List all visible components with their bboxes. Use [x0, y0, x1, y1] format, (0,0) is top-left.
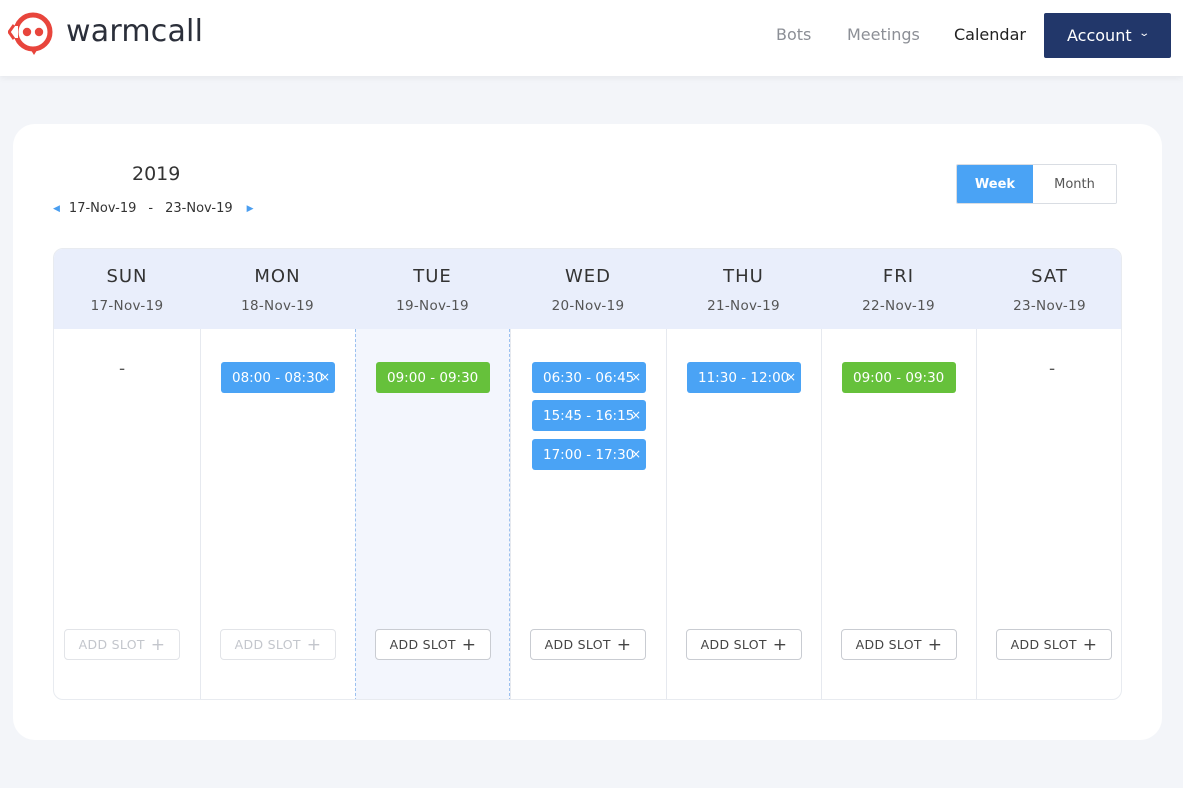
day-column-thu: THU 21-Nov-19 11:30 - 12:00 × ADD SLOT +	[666, 249, 821, 699]
plus-icon: +	[616, 634, 632, 655]
remove-slot-icon[interactable]: ×	[786, 370, 796, 384]
time-slot-label: 09:00 - 09:30	[853, 369, 945, 386]
day-name: THU	[723, 266, 764, 287]
plus-icon: +	[150, 634, 166, 655]
add-slot-button[interactable]: ADD SLOT +	[64, 629, 180, 660]
calendar-card: 2019 ◀ 17-Nov-19 - 23-Nov-19 ▶ Week Mont…	[13, 124, 1162, 740]
time-slot-label: 08:00 - 08:30	[232, 369, 324, 386]
time-slot[interactable]: 17:00 - 17:30 ×	[532, 439, 646, 470]
week-view-button[interactable]: Week	[957, 165, 1033, 203]
day-name: TUE	[413, 266, 452, 287]
warmcall-logo-icon[interactable]	[8, 11, 60, 57]
no-slots-marker: -	[119, 359, 126, 379]
plus-icon: +	[306, 634, 322, 655]
time-slot-label: 06:30 - 06:45	[543, 369, 635, 386]
account-dropdown-button[interactable]: Account ⌄	[1044, 13, 1171, 58]
time-slot-label: 17:00 - 17:30	[543, 446, 635, 463]
day-name: SUN	[106, 266, 148, 287]
time-slot-label: 15:45 - 16:15	[543, 407, 635, 424]
remove-slot-icon[interactable]: ×	[631, 447, 641, 461]
day-column-mon: MON 18-Nov-19 08:00 - 08:30 × ADD SLOT +	[200, 249, 355, 699]
add-slot-button[interactable]: ADD SLOT +	[220, 629, 336, 660]
brand-name[interactable]: warmcall	[66, 14, 203, 49]
remove-slot-icon[interactable]: ×	[320, 370, 330, 384]
day-body[interactable]: - ADD SLOT +	[976, 329, 1121, 699]
day-name: MON	[254, 266, 301, 287]
range-end: 23-Nov-19	[165, 201, 233, 216]
view-toggle: Week Month	[956, 164, 1117, 204]
week-grid: SUN 17-Nov-19 - ADD SLOT + MON 18-Nov-19 08:00 …	[53, 248, 1122, 700]
day-name: FRI	[882, 266, 915, 287]
day-body[interactable]: - ADD SLOT +	[54, 329, 200, 699]
next-week-arrow-icon[interactable]: ▶	[247, 204, 254, 214]
top-navbar: warmcall Bots Meetings Calendar Account …	[0, 0, 1183, 76]
add-slot-label: ADD SLOT	[389, 637, 456, 652]
add-slot-button[interactable]: ADD SLOT +	[996, 629, 1112, 660]
day-date: 21-Nov-19	[707, 298, 780, 314]
day-column-sat: SAT 23-Nov-19 - ADD SLOT +	[976, 249, 1121, 699]
nav-calendar[interactable]: Calendar	[954, 25, 1026, 44]
add-slot-button[interactable]: ADD SLOT +	[375, 629, 491, 660]
add-slot-label: ADD SLOT	[544, 637, 611, 652]
day-date: 22-Nov-19	[862, 298, 935, 314]
day-name: WED	[564, 266, 612, 287]
calendar-year: 2019	[132, 163, 181, 185]
time-slot[interactable]: 15:45 - 16:15 ×	[532, 400, 646, 431]
add-slot-button[interactable]: ADD SLOT +	[530, 629, 646, 660]
time-slot[interactable]: 11:30 - 12:00 ×	[687, 362, 801, 393]
add-slot-label: ADD SLOT	[234, 637, 301, 652]
day-date: 18-Nov-19	[241, 298, 314, 314]
nav-meetings[interactable]: Meetings	[847, 25, 920, 44]
week-range-nav: ◀ 17-Nov-19 - 23-Nov-19 ▶	[53, 201, 254, 216]
day-date: 19-Nov-19	[396, 298, 469, 314]
range-separator: -	[148, 201, 154, 216]
day-column-sun: SUN 17-Nov-19 - ADD SLOT +	[54, 249, 200, 699]
time-slot[interactable]: 09:00 - 09:30	[376, 362, 490, 393]
day-body[interactable]: 11:30 - 12:00 × ADD SLOT +	[666, 329, 821, 699]
remove-slot-icon[interactable]: ×	[631, 408, 641, 422]
day-date: 23-Nov-19	[1013, 298, 1086, 314]
time-slot[interactable]: 06:30 - 06:45 ×	[532, 362, 646, 393]
day-body[interactable]: 09:00 - 09:30 ADD SLOT +	[821, 329, 976, 699]
month-view-button[interactable]: Month	[1033, 165, 1116, 203]
plus-icon: +	[461, 634, 477, 655]
day-column-fri: FRI 22-Nov-19 09:00 - 09:30 ADD SLOT +	[821, 249, 976, 699]
day-date: 17-Nov-19	[90, 298, 164, 314]
add-slot-label: ADD SLOT	[78, 637, 145, 652]
add-slot-label: ADD SLOT	[700, 637, 767, 652]
time-slot[interactable]: 08:00 - 08:30 ×	[221, 362, 335, 393]
plus-icon: +	[772, 634, 788, 655]
nav-bots[interactable]: Bots	[776, 25, 811, 44]
plus-icon: +	[1082, 634, 1098, 655]
add-slot-button[interactable]: ADD SLOT +	[686, 629, 802, 660]
day-column-wed: WED 20-Nov-19 06:30 - 06:45 × 15:45 - 16:15 ×…	[510, 249, 666, 699]
no-slots-marker: -	[1049, 359, 1056, 379]
time-slot-label: 11:30 - 12:00	[698, 369, 790, 386]
add-slot-button[interactable]: ADD SLOT +	[841, 629, 957, 660]
range-start: 17-Nov-19	[68, 201, 137, 216]
prev-week-arrow-icon[interactable]: ◀	[53, 204, 60, 214]
plus-icon: +	[927, 634, 943, 655]
time-slot-label: 09:00 - 09:30	[387, 369, 479, 386]
account-label: Account	[1067, 26, 1132, 45]
add-slot-label: ADD SLOT	[1010, 637, 1077, 652]
day-column-tue: TUE 19-Nov-19 09:00 - 09:30 ADD SLOT +	[355, 249, 510, 699]
remove-slot-icon[interactable]: ×	[631, 370, 641, 384]
day-body[interactable]: 09:00 - 09:30 ADD SLOT +	[355, 329, 510, 699]
time-slot[interactable]: 09:00 - 09:30	[842, 362, 956, 393]
day-body[interactable]: 08:00 - 08:30 × ADD SLOT +	[200, 329, 355, 699]
day-body[interactable]: 06:30 - 06:45 × 15:45 - 16:15 × 17:00 - 17:3…	[510, 329, 666, 699]
chevron-down-icon: ⌄	[1137, 28, 1150, 39]
add-slot-label: ADD SLOT	[855, 637, 922, 652]
day-date: 20-Nov-19	[551, 298, 625, 314]
day-name: SAT	[1031, 266, 1068, 287]
